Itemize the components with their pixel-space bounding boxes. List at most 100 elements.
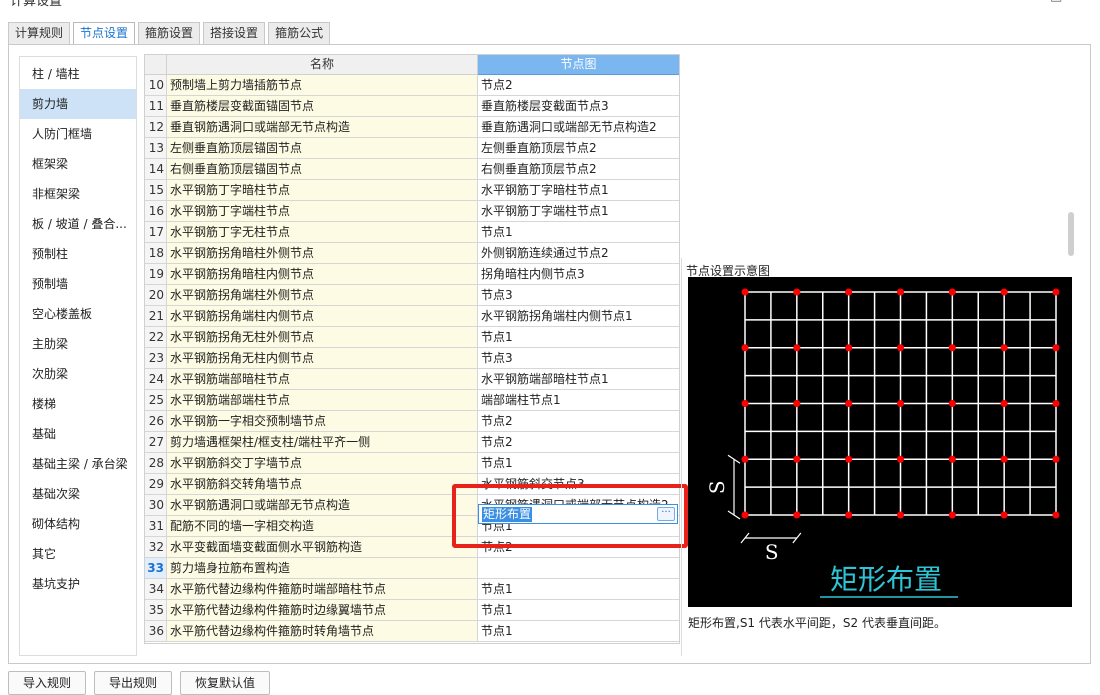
row-node-cell[interactable]: 水平钢筋丁字暗柱节点1 bbox=[478, 180, 679, 201]
sidebar-item[interactable]: 基础主梁 / 承台梁 bbox=[20, 449, 136, 479]
tab-2[interactable]: 箍筋设置 bbox=[138, 22, 201, 44]
table-row[interactable]: 14 右侧垂直筋顶层锚固节点 右侧垂直筋顶层节点2 bbox=[145, 159, 679, 180]
ellipsis-icon[interactable]: ··· bbox=[657, 507, 675, 521]
row-node-cell[interactable]: 水平钢筋斜交节点3 bbox=[478, 474, 679, 495]
row-name-cell[interactable]: 水平钢筋拐角端柱内侧节点 bbox=[167, 306, 478, 327]
row-node-cell[interactable]: 左侧垂直筋顶层节点2 bbox=[478, 138, 679, 159]
sidebar-item[interactable]: 基坑支护 bbox=[20, 569, 136, 599]
row-name-cell[interactable]: 水平钢筋斜交转角墙节点 bbox=[167, 474, 478, 495]
sidebar-item[interactable]: 次肋梁 bbox=[20, 359, 136, 389]
sidebar-item[interactable]: 板 / 坡道 / 叠合... bbox=[20, 209, 136, 239]
sidebar-item[interactable]: 基础 bbox=[20, 419, 136, 449]
sidebar-item[interactable]: 砌体结构 bbox=[20, 509, 136, 539]
row-name-cell[interactable]: 左侧垂直筋顶层锚固节点 bbox=[167, 138, 478, 159]
minimize-icon[interactable]: – bbox=[1022, 0, 1029, 4]
row-node-cell[interactable]: 节点3 bbox=[478, 285, 679, 306]
row-name-cell[interactable]: 右侧垂直筋顶层锚固节点 bbox=[167, 159, 478, 180]
table-row[interactable]: 35 水平筋代替边缘构件箍筋时边缘翼墙节点 节点1 bbox=[145, 600, 679, 621]
row-node-cell[interactable]: 节点2 bbox=[478, 432, 679, 453]
table-row[interactable]: 28 水平钢筋斜交丁字墙节点 节点1 bbox=[145, 453, 679, 474]
row-name-cell[interactable]: 水平钢筋拐角无柱外侧节点 bbox=[167, 327, 478, 348]
table-row[interactable]: 25 水平钢筋端部端柱节点 端部端柱节点1 bbox=[145, 390, 679, 411]
table-row[interactable]: 20 水平钢筋拐角端柱外侧节点 节点3 bbox=[145, 285, 679, 306]
sidebar-item[interactable]: 剪力墙 bbox=[20, 89, 136, 119]
row-name-cell[interactable]: 水平钢筋拐角无柱内侧节点 bbox=[167, 348, 478, 369]
row-node-cell[interactable] bbox=[478, 558, 679, 579]
sidebar-item[interactable]: 预制柱 bbox=[20, 239, 136, 269]
table-row[interactable]: 26 水平钢筋一字相交预制墙节点 节点2 bbox=[145, 411, 679, 432]
sidebar-item[interactable]: 柱 / 墙柱 bbox=[20, 59, 136, 89]
export-rules-button[interactable]: 导出规则 bbox=[94, 671, 173, 695]
table-row[interactable]: 33 剪力墙身拉筋布置构造 bbox=[145, 558, 679, 579]
import-rules-button[interactable]: 导入规则 bbox=[8, 671, 87, 695]
row-name-cell[interactable]: 水平钢筋拐角暗柱内侧节点 bbox=[167, 264, 478, 285]
maximize-icon[interactable]: □ bbox=[1050, 0, 1062, 4]
sidebar-item[interactable]: 主肋梁 bbox=[20, 329, 136, 359]
row-node-cell[interactable]: 节点2 bbox=[478, 537, 679, 558]
row-node-cell[interactable]: 节点3 bbox=[478, 348, 679, 369]
tab-3[interactable]: 搭接设置 bbox=[203, 22, 266, 44]
sidebar-item[interactable]: 楼梯 bbox=[20, 389, 136, 419]
node-cell-editor[interactable]: 矩形布置 ··· bbox=[478, 504, 678, 524]
close-icon[interactable]: ✕ bbox=[1077, 0, 1088, 4]
restore-defaults-button[interactable]: 恢复默认值 bbox=[180, 671, 271, 695]
table-row[interactable]: 34 水平筋代替边缘构件箍筋时端部暗柱节点 节点1 bbox=[145, 579, 679, 600]
row-name-cell[interactable]: 配筋不同的墙一字相交构造 bbox=[167, 516, 478, 537]
row-name-cell[interactable]: 水平变截面墙变截面侧水平钢筋构造 bbox=[167, 537, 478, 558]
table-row[interactable]: 19 水平钢筋拐角暗柱内侧节点 拐角暗柱内侧节点3 bbox=[145, 264, 679, 285]
table-row[interactable]: 13 左侧垂直筋顶层锚固节点 左侧垂直筋顶层节点2 bbox=[145, 138, 679, 159]
row-name-cell[interactable]: 水平钢筋端部暗柱节点 bbox=[167, 369, 478, 390]
sidebar-item[interactable]: 人防门框墙 bbox=[20, 119, 136, 149]
row-name-cell[interactable]: 水平钢筋一字相交预制墙节点 bbox=[167, 411, 478, 432]
column-header-name[interactable]: 名称 bbox=[167, 55, 478, 75]
row-name-cell[interactable]: 水平钢筋拐角端柱外侧节点 bbox=[167, 285, 478, 306]
row-node-cell[interactable]: 端部端柱节点1 bbox=[478, 390, 679, 411]
scrollbar[interactable] bbox=[1068, 212, 1074, 256]
sidebar-item[interactable]: 框架梁 bbox=[20, 149, 136, 179]
table-row[interactable]: 18 水平钢筋拐角暗柱外侧节点 外侧钢筋连续通过节点2 bbox=[145, 243, 679, 264]
row-node-cell[interactable]: 右侧垂直筋顶层节点2 bbox=[478, 159, 679, 180]
row-name-cell[interactable]: 水平钢筋斜交丁字墙节点 bbox=[167, 453, 478, 474]
row-name-cell[interactable]: 水平筋代替边缘构件箍筋时转角墙节点 bbox=[167, 621, 478, 642]
row-name-cell[interactable]: 水平钢筋拐角暗柱外侧节点 bbox=[167, 243, 478, 264]
table-row[interactable]: 15 水平钢筋丁字暗柱节点 水平钢筋丁字暗柱节点1 bbox=[145, 180, 679, 201]
row-node-cell[interactable]: 水平钢筋端部暗柱节点1 bbox=[478, 369, 679, 390]
row-node-cell[interactable]: 节点2 bbox=[478, 411, 679, 432]
tab-1[interactable]: 节点设置 bbox=[73, 22, 136, 45]
row-node-cell[interactable]: 外侧钢筋连续通过节点2 bbox=[478, 243, 679, 264]
sidebar-item[interactable]: 空心楼盖板 bbox=[20, 299, 136, 329]
row-name-cell[interactable]: 水平钢筋遇洞口或端部无节点构造 bbox=[167, 495, 478, 516]
row-name-cell[interactable]: 垂直筋楼层变截面锚固节点 bbox=[167, 96, 478, 117]
sidebar-item[interactable]: 预制墙 bbox=[20, 269, 136, 299]
row-node-cell[interactable]: 节点1 bbox=[478, 579, 679, 600]
table-row[interactable]: 22 水平钢筋拐角无柱外侧节点 节点1 bbox=[145, 327, 679, 348]
row-node-cell[interactable]: 节点1 bbox=[478, 327, 679, 348]
table-row[interactable]: 12 垂直钢筋遇洞口或端部无节点构造 垂直筋遇洞口或端部无节点构造2 bbox=[145, 117, 679, 138]
row-node-cell[interactable]: 节点1 bbox=[478, 600, 679, 621]
table-row[interactable]: 16 水平钢筋丁字端柱节点 水平钢筋丁字端柱节点1 bbox=[145, 201, 679, 222]
row-node-cell[interactable]: 水平钢筋拐角端柱内侧节点1 bbox=[478, 306, 679, 327]
row-node-cell[interactable]: 节点1 bbox=[478, 222, 679, 243]
row-node-cell[interactable]: 节点1 bbox=[478, 453, 679, 474]
row-name-cell[interactable]: 剪力墙遇框架柱/框支柱/端柱平齐一侧 bbox=[167, 432, 478, 453]
row-name-cell[interactable]: 剪力墙身拉筋布置构造 bbox=[167, 558, 478, 579]
node-cell-editor-value[interactable]: 矩形布置 bbox=[482, 507, 533, 522]
sidebar-item[interactable]: 其它 bbox=[20, 539, 136, 569]
table-row[interactable]: 36 水平筋代替边缘构件箍筋时转角墙节点 节点1 bbox=[145, 621, 679, 642]
row-name-cell[interactable]: 垂直钢筋遇洞口或端部无节点构造 bbox=[167, 117, 478, 138]
table-row[interactable]: 29 水平钢筋斜交转角墙节点 水平钢筋斜交节点3 bbox=[145, 474, 679, 495]
row-name-cell[interactable]: 水平钢筋丁字无柱节点 bbox=[167, 222, 478, 243]
table-row[interactable]: 32 水平变截面墙变截面侧水平钢筋构造 节点2 bbox=[145, 537, 679, 558]
tab-4[interactable]: 箍筋公式 bbox=[268, 22, 331, 44]
column-header-node[interactable]: 节点图 bbox=[478, 55, 679, 75]
row-name-cell[interactable]: 水平钢筋丁字暗柱节点 bbox=[167, 180, 478, 201]
table-row[interactable]: 23 水平钢筋拐角无柱内侧节点 节点3 bbox=[145, 348, 679, 369]
row-name-cell[interactable]: 水平钢筋端部端柱节点 bbox=[167, 390, 478, 411]
row-node-cell[interactable]: 垂直筋楼层变截面节点3 bbox=[478, 96, 679, 117]
table-row[interactable]: 17 水平钢筋丁字无柱节点 节点1 bbox=[145, 222, 679, 243]
table-row[interactable]: 24 水平钢筋端部暗柱节点 水平钢筋端部暗柱节点1 bbox=[145, 369, 679, 390]
row-node-cell[interactable]: 节点1 bbox=[478, 621, 679, 642]
table-row[interactable]: 11 垂直筋楼层变截面锚固节点 垂直筋楼层变截面节点3 bbox=[145, 96, 679, 117]
row-name-cell[interactable]: 水平钢筋丁字端柱节点 bbox=[167, 201, 478, 222]
row-node-cell[interactable]: 节点2 bbox=[478, 75, 679, 96]
